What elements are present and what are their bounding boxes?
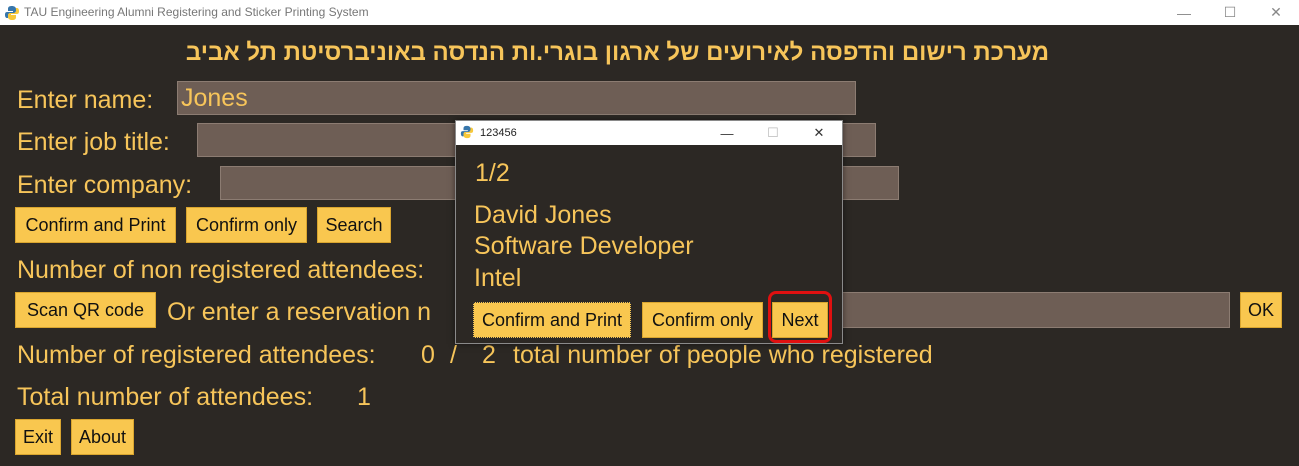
- confirm-only-button[interactable]: Confirm only: [186, 207, 307, 243]
- dialog-person-company: Intel: [474, 264, 522, 292]
- registered-separator: /: [450, 341, 457, 369]
- close-button[interactable]: ✕: [1253, 0, 1299, 25]
- window-title: TAU Engineering Alumni Registering and S…: [24, 5, 369, 19]
- registered-count: 0: [421, 341, 435, 369]
- registered-suffix: total number of people who registered: [513, 341, 933, 369]
- hebrew-title: מערכת רישום והדפסה לאירועים של ארגון בוג…: [185, 39, 1050, 66]
- exit-button[interactable]: Exit: [15, 419, 61, 455]
- dialog-person-job: Software Developer: [474, 232, 694, 260]
- company-label: Enter company:: [17, 171, 193, 199]
- dialog-confirm-and-print-button[interactable]: Confirm and Print: [473, 302, 631, 338]
- dialog-titlebar: 123456 — ☐ ✕: [456, 121, 842, 145]
- search-button[interactable]: Search: [317, 207, 391, 243]
- total-attendees-value: 1: [357, 383, 371, 411]
- total-attendees-label: Total number of attendees:: [17, 383, 314, 411]
- dialog-counter: 1/2: [475, 159, 510, 187]
- maximize-button[interactable]: ☐: [1207, 0, 1253, 25]
- dialog-minimize-button[interactable]: —: [704, 121, 750, 145]
- registered-label: Number of registered attendees:: [17, 341, 376, 369]
- reservation-input[interactable]: [800, 292, 1230, 328]
- non-registered-label: Number of non registered attendees:: [17, 256, 425, 284]
- ok-button[interactable]: OK: [1240, 292, 1282, 328]
- name-input[interactable]: Jones: [177, 81, 856, 115]
- python-icon: [4, 5, 20, 24]
- next-button-highlight: [768, 291, 832, 343]
- dialog-title: 123456: [480, 127, 517, 139]
- dialog-person-name: David Jones: [474, 201, 612, 229]
- name-label: Enter name:: [17, 86, 154, 114]
- window-titlebar: TAU Engineering Alumni Registering and S…: [0, 0, 1299, 25]
- registered-total: 2: [482, 341, 496, 369]
- minimize-button[interactable]: —: [1161, 0, 1207, 25]
- dialog-confirm-only-button[interactable]: Confirm only: [642, 302, 763, 338]
- job-title-label: Enter job title:: [17, 128, 170, 156]
- scan-qr-button[interactable]: Scan QR code: [15, 292, 156, 328]
- attendee-dialog: 123456 — ☐ ✕ 1/2 David Jones Software De…: [455, 120, 843, 344]
- dialog-maximize-button[interactable]: ☐: [750, 121, 796, 145]
- confirm-and-print-button[interactable]: Confirm and Print: [15, 207, 176, 243]
- about-button[interactable]: About: [71, 419, 134, 455]
- reservation-label: Or enter a reservation n: [167, 298, 432, 326]
- dialog-close-button[interactable]: ✕: [796, 121, 842, 145]
- python-icon: [460, 125, 474, 142]
